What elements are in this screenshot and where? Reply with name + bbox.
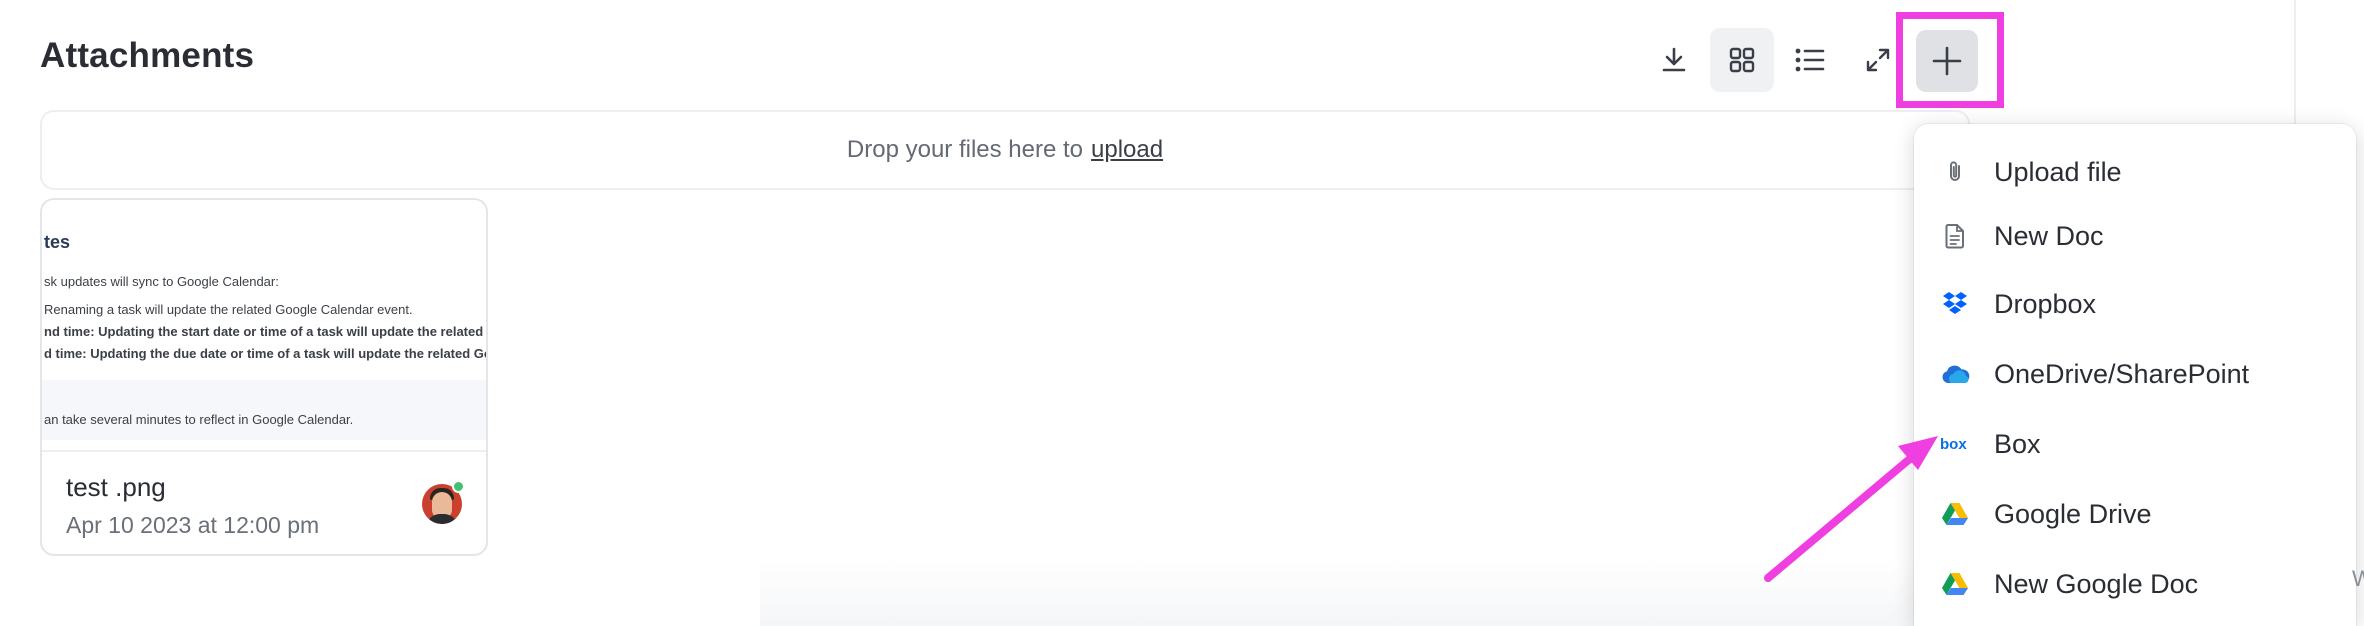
attachment-date: Apr 10 2023 at 12:00 pm [66,512,320,538]
menu-item-upload-file[interactable]: Upload file [1914,142,2356,202]
download-button[interactable] [1642,28,1706,92]
upload-link[interactable]: upload [1091,136,1163,164]
preview-heading: tes [44,232,71,252]
menu-item-label: Google Drive [1994,498,2152,529]
bottom-shadow [760,560,1930,626]
menu-item-box[interactable]: box Box [1914,414,2356,474]
page-title: Attachments [40,36,255,75]
menu-item-label: Box [1994,428,2041,459]
dropzone-text: Drop your files here to [846,136,1084,163]
menu-item-new-doc[interactable]: New Doc [1914,206,2356,266]
menu-item-onedrive-sharepoint[interactable]: OneDrive/SharePoint [1914,344,2356,404]
add-attachment-menu: Upload file New Doc Dropbox OneDrive/Sha… [1914,124,2356,626]
google-drive-icon [1940,499,1970,529]
preview-line: d time: Updating the due date or time of… [44,346,488,361]
paperclip-icon [1940,157,1970,187]
list-view-button[interactable] [1778,28,1842,92]
menu-item-label: Dropbox [1994,288,2097,319]
google-drive-icon [1940,569,1970,599]
document-icon [1940,221,1970,251]
highlight-box [1896,12,2004,108]
menu-item-google-drive[interactable]: Google Drive [1914,484,2356,544]
dropbox-icon [1940,289,1970,319]
preview-band [42,380,486,440]
preview-line: an take several minutes to reflect in Go… [44,412,354,427]
card-divider [42,450,486,452]
preview-line: nd time: Updating the start date or time… [44,324,488,339]
onedrive-icon [1940,359,1970,389]
menu-item-label: Upload file [1994,156,2122,187]
expand-icon [1866,48,1890,72]
attachment-filename[interactable]: test .png [66,472,166,503]
preview-line: sk updates will sync to Google Calendar: [44,274,279,289]
download-icon [1662,47,1686,72]
preview-line: Renaming a task will update the related … [44,302,413,317]
box-icon: box [1940,429,1970,459]
list-view-icon [1795,48,1825,72]
online-status-dot [452,480,465,493]
attachment-card[interactable]: tes sk updates will sync to Google Calen… [40,198,488,556]
menu-item-dropbox[interactable]: Dropbox [1914,274,2356,334]
svg-text:box: box [1940,436,1967,452]
menu-item-new-google-doc[interactable]: New Google Doc [1914,554,2356,614]
menu-item-label: OneDrive/SharePoint [1994,358,2250,389]
menu-item-label: New Google Doc [1994,568,2199,599]
grid-view-icon [1729,47,1755,73]
attachment-preview[interactable]: tes sk updates will sync to Google Calen… [42,200,488,440]
file-dropzone[interactable]: Drop your files here to upload [40,110,1970,190]
cut-off-text: W [2352,566,2364,591]
menu-item-label: New Doc [1994,220,2104,251]
grid-view-button[interactable] [1710,28,1774,92]
